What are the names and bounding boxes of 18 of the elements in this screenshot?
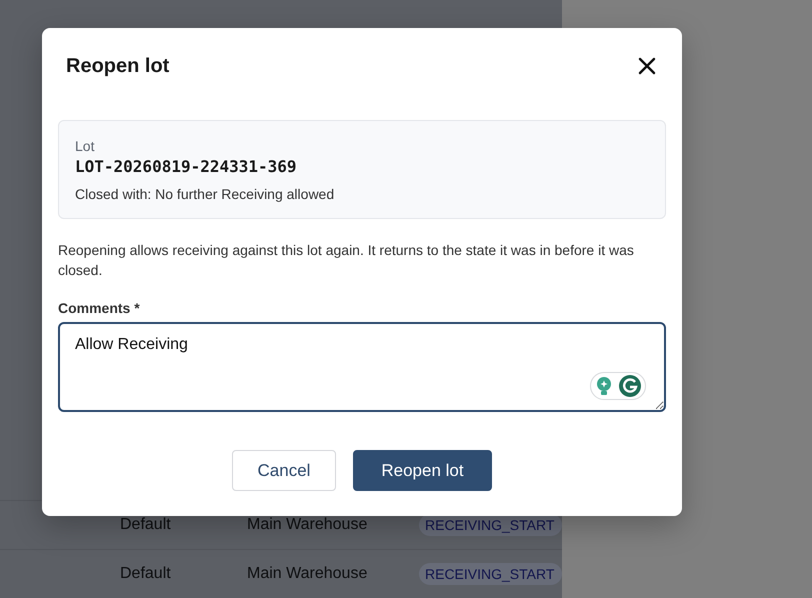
table-cell-text: Default: [120, 516, 172, 534]
comments-label: Comments *: [58, 300, 141, 316]
table-cell-text: Default: [120, 565, 172, 583]
close-icon: [638, 57, 656, 75]
assistant-icon[interactable]: [590, 372, 646, 400]
dialog-title: Reopen lot: [66, 54, 170, 78]
table-cell-text: Main Warehouse: [247, 516, 368, 534]
status-badge: RECEIVING_START: [419, 563, 562, 585]
description-text: Reopening allows receiving against this lot again. It returns to the state it was in before it was closed.: [58, 241, 635, 280]
close-button[interactable]: [638, 57, 656, 75]
comments-field[interactable]: Allow Receiving: [58, 322, 666, 412]
table-cell-text: Main Warehouse: [247, 565, 368, 583]
lot-label: Lot: [75, 138, 96, 154]
status-badge: RECEIVING_START: [419, 514, 562, 536]
cancel-button[interactable]: Cancel: [232, 450, 336, 491]
lot-number: LOT-20260819-224331-369: [75, 157, 298, 176]
reopen-button[interactable]: Reopen lot: [353, 450, 492, 491]
closed-reason: Closed with: No further Receiving allowed: [75, 186, 336, 202]
